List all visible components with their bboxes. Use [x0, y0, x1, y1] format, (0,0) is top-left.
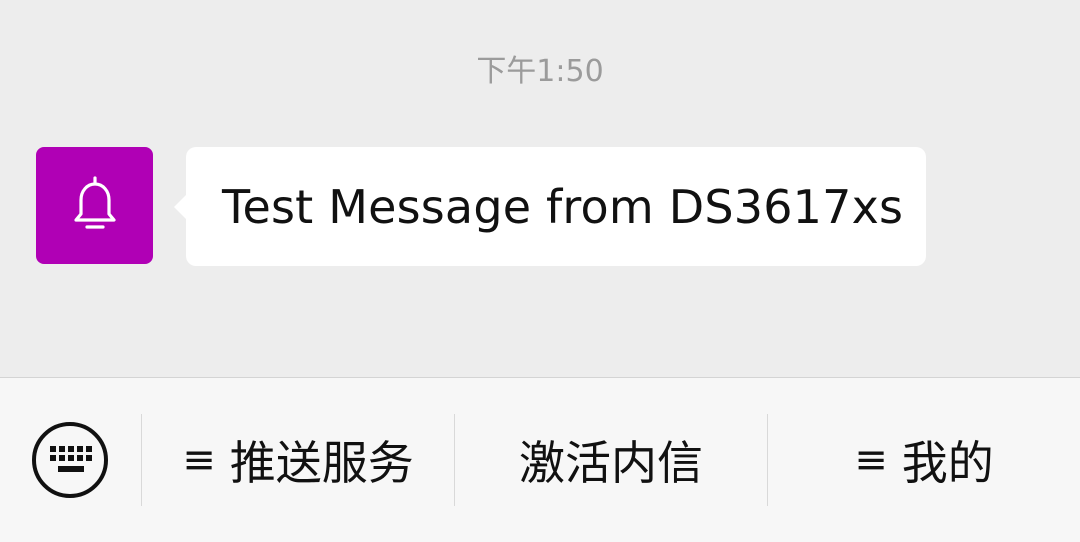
message-bubble[interactable]: Test Message from DS3617xs [174, 147, 926, 266]
menu-list-icon: ≡ [854, 437, 888, 483]
sender-avatar[interactable] [36, 147, 153, 264]
keyboard-toggle-button[interactable] [30, 422, 110, 502]
message-text: Test Message from DS3617xs [222, 179, 904, 234]
keyboard-icon [30, 420, 110, 504]
menu-activate[interactable]: 激活内信 [455, 414, 767, 506]
menu-push-service[interactable]: ≡ 推送服务 [142, 414, 454, 506]
menu-list-icon: ≡ [182, 437, 216, 483]
menu-label: 激活内信 [519, 436, 703, 490]
chat-area: 下午1:50 Test Message from DS3617xs [0, 0, 1080, 377]
menu-label: 推送服务 [229, 436, 414, 490]
message-timestamp: 下午1:50 [476, 54, 604, 89]
menu-label: 我的 [901, 436, 994, 490]
bottom-menu-bar: ≡ 推送服务 激活内信 ≡ 我的 [0, 377, 1080, 542]
bell-icon [67, 172, 123, 240]
menu-mine[interactable]: ≡ 我的 [768, 414, 1080, 506]
